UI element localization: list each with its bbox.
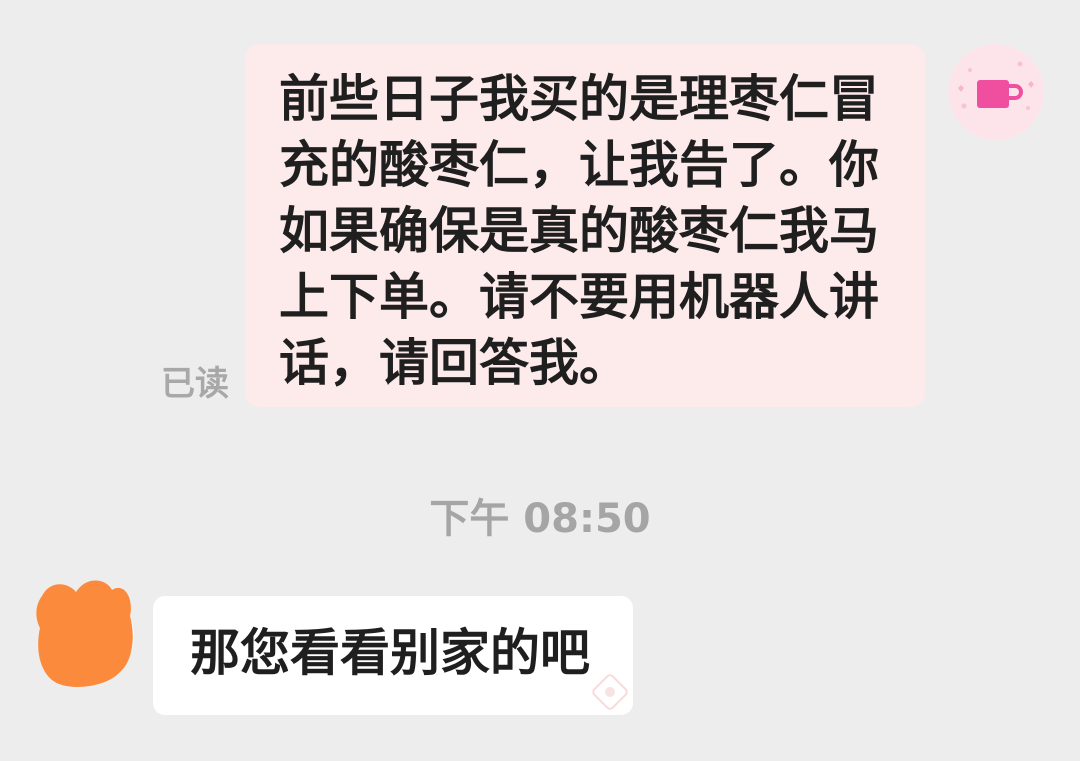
- redacted-avatar-icon: [36, 580, 134, 687]
- badge-stamp-icon: [592, 674, 628, 710]
- incoming-message-text: 那您看看别家的吧: [190, 624, 590, 682]
- pink-cup-icon: [958, 61, 1034, 110]
- outgoing-message-text: 前些日子我买的是理枣仁冒充的酸枣仁，让我告了。你如果确保是真的酸枣仁我马上下单。…: [279, 70, 879, 392]
- message-timestamp: 下午 08:50: [429, 496, 651, 542]
- contact-avatar[interactable]: [36, 576, 136, 692]
- outgoing-message-bubble[interactable]: 前些日子我买的是理枣仁冒充的酸枣仁，让我告了。你如果确保是真的酸枣仁我马上下单。…: [245, 44, 925, 407]
- my-avatar[interactable]: [948, 44, 1044, 140]
- incoming-message-bubble[interactable]: 那您看看别家的吧: [153, 596, 633, 715]
- read-status: 已读: [161, 364, 229, 404]
